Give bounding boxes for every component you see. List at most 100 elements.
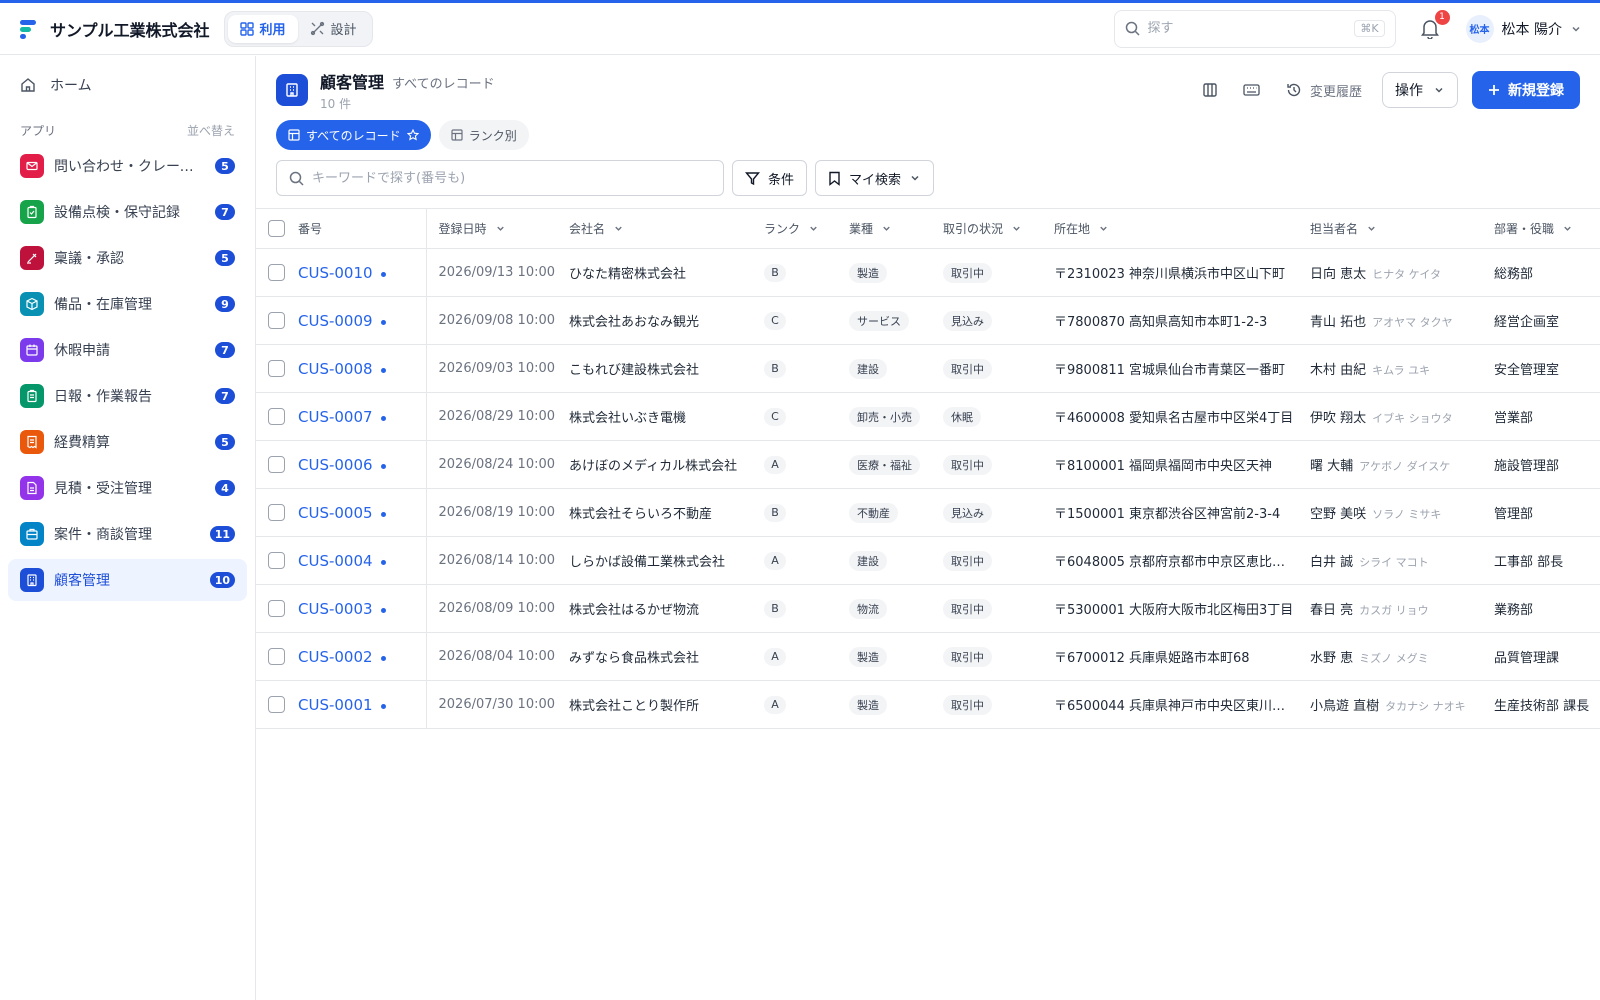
record-link[interactable]: CUS-0008 [298, 360, 373, 378]
record-link[interactable]: CUS-0006 [298, 456, 373, 474]
table-row[interactable]: CUS-0001 2026/07/30 10:00 株式会社ことり製作所 A 製造 取引中… [256, 680, 1600, 729]
sidebar-app-label: 顧客管理 [54, 573, 110, 589]
table-row[interactable]: CUS-0010 2026/09/13 10:00 ひなた精密株式会社 B 製造 取引中 〒… [256, 248, 1600, 297]
record-link[interactable]: CUS-0005 [298, 504, 373, 522]
record-link[interactable]: CUS-0010 [298, 264, 373, 282]
keyboard-button[interactable] [1234, 72, 1270, 108]
sidebar: ホーム アプリ 並べ替え 問い合わせ・クレーム管理 5 設備点検・保守記録 7 稟議・承… [0, 56, 256, 1000]
column-header-industry[interactable]: 業種 [843, 208, 937, 249]
row-checkbox[interactable] [268, 408, 285, 425]
sidebar-item-home[interactable]: ホーム [8, 64, 247, 106]
sidebar-app-item[interactable]: 案件・商談管理 11 [8, 513, 247, 555]
unread-dot [380, 559, 386, 565]
row-checkbox[interactable] [268, 264, 285, 281]
chevron-down-icon [1368, 226, 1375, 231]
my-search-button[interactable]: マイ検索 [815, 160, 935, 196]
record-link[interactable]: CUS-0007 [298, 408, 373, 426]
cell-number: CUS-0004 [292, 536, 427, 585]
mode-toggle: 利用 設計 [223, 10, 373, 47]
sidebar-app-item[interactable]: 見積・受注管理 4 [8, 467, 247, 509]
rank-badge: A [764, 551, 786, 570]
keyword-search-input[interactable] [312, 170, 711, 186]
column-header-person[interactable]: 担当者名 [1304, 208, 1488, 249]
cell-rank: A [758, 680, 843, 729]
table-row[interactable]: CUS-0007 2026/08/29 10:00 株式会社いぶき電機 C 卸売・小売 休… [256, 392, 1600, 441]
global-search-input[interactable] [1147, 21, 1347, 36]
condition-button[interactable]: 条件 [732, 160, 808, 196]
operations-button[interactable]: 操作 [1382, 72, 1458, 108]
sidebar-app-item[interactable]: 顧客管理 10 [8, 559, 247, 601]
cell-number: CUS-0008 [292, 344, 427, 393]
row-checkbox[interactable] [268, 696, 285, 713]
row-checkbox[interactable] [268, 312, 285, 329]
row-checkbox[interactable] [268, 504, 285, 521]
sidebar-app-item[interactable]: 日報・作業報告 7 [8, 375, 247, 417]
table-row[interactable]: CUS-0008 2026/09/03 10:00 こもれび建設株式会社 B 建設 取引中… [256, 344, 1600, 393]
new-record-button[interactable]: 新規登録 [1472, 71, 1580, 109]
star-icon[interactable] [406, 129, 419, 141]
column-header-label: 業種 [849, 222, 874, 236]
sidebar-app-item[interactable]: 設備点検・保守記録 7 [8, 191, 247, 233]
record-link[interactable]: CUS-0009 [298, 312, 373, 330]
status-badge: 見込み [943, 310, 992, 331]
row-checkbox[interactable] [268, 648, 285, 665]
sidebar-app-item[interactable]: 休暇申請 7 [8, 329, 247, 371]
table-row[interactable]: CUS-0009 2026/09/08 10:00 株式会社あおなみ観光 C サービス 見… [256, 296, 1600, 345]
chevron-down-icon [911, 175, 919, 181]
row-checkbox[interactable] [268, 600, 285, 617]
sidebar-app-label: 休暇申請 [54, 343, 110, 359]
columns-button[interactable] [1192, 72, 1228, 108]
table-row[interactable]: CUS-0005 2026/08/19 10:00 株式会社そらいろ不動産 B 不動産 見… [256, 488, 1600, 537]
table-row[interactable]: CUS-0004 2026/08/14 10:00 しらかば設備工業株式会社 A 建設 取… [256, 536, 1600, 585]
user-menu[interactable]: 松本 松本 陽介 [1465, 14, 1582, 43]
history-label: 変更履歴 [1309, 84, 1362, 100]
column-header-company[interactable]: 会社名 [563, 208, 758, 249]
global-search[interactable]: ⌘K [1113, 9, 1396, 48]
keyword-search[interactable] [276, 160, 724, 196]
table-row[interactable]: CUS-0003 2026/08/09 10:00 株式会社はるかぜ物流 B 物流 取引中… [256, 584, 1600, 633]
column-header-label: 取引の状況 [943, 222, 1004, 236]
column-header-date[interactable]: 登録日時 [426, 208, 563, 249]
column-header-department[interactable]: 部署・役職 [1488, 208, 1600, 249]
person-name: 青山 拓也 [1310, 315, 1367, 330]
status-badge: 取引中 [943, 454, 992, 475]
sidebar-app-label: 設備点検・保守記録 [54, 205, 180, 221]
cell-company: あけぼのメディカル株式会社 [563, 440, 758, 489]
row-checkbox[interactable] [268, 456, 285, 473]
sidebar-app-item[interactable]: 稟議・承認 5 [8, 237, 247, 279]
tab-all-records[interactable]: すべてのレコード [276, 120, 431, 150]
table-row[interactable]: CUS-0006 2026/08/24 10:00 あけぼのメディカル株式会社 A 医療… [256, 440, 1600, 489]
column-header-status[interactable]: 取引の状況 [937, 208, 1048, 249]
status-badge: 取引中 [943, 598, 992, 619]
table-row[interactable]: CUS-0002 2026/08/04 10:00 みずなら食品株式会社 A 製造 取引中… [256, 632, 1600, 681]
record-link[interactable]: CUS-0001 [298, 696, 373, 714]
notification-button[interactable]: 1 [1418, 9, 1450, 41]
column-header-address[interactable]: 所在地 [1048, 208, 1304, 249]
person-kana: タカナシ ナオキ [1385, 700, 1466, 713]
sidebar-app-item[interactable]: 問い合わせ・クレーム管理 5 [8, 145, 247, 187]
select-all-checkbox[interactable] [268, 220, 285, 237]
sidebar-app-item[interactable]: 経費精算 5 [8, 421, 247, 463]
status-badge: 休眠 [943, 406, 981, 427]
brand[interactable]: サンプル工業株式会社 [18, 17, 210, 41]
keyboard-icon [1243, 84, 1261, 96]
person-kana: ヒナタ ケイタ [1372, 268, 1441, 281]
row-checkbox[interactable] [268, 552, 285, 569]
sidebar-app-count: 5 [215, 158, 235, 174]
record-link[interactable]: CUS-0003 [298, 600, 373, 618]
cell-company: 株式会社はるかぜ物流 [563, 584, 758, 633]
column-header-rank[interactable]: ランク [758, 208, 843, 249]
record-date: 2026/09/13 10:00 [438, 265, 556, 280]
record-link[interactable]: CUS-0002 [298, 648, 373, 666]
mode-use-button[interactable]: 利用 [227, 14, 298, 43]
mode-design-button[interactable]: 設計 [298, 15, 369, 43]
history-button[interactable]: 変更履歴 [1276, 72, 1372, 108]
sidebar-sort-button[interactable]: 並べ替え [187, 122, 235, 139]
cell-date: 2026/09/03 10:00 [426, 344, 563, 393]
record-link[interactable]: CUS-0004 [298, 552, 373, 570]
tab-by-rank[interactable]: ランク別 [438, 120, 529, 150]
status-badge: 見込み [943, 502, 992, 523]
sidebar-app-item[interactable]: 備品・在庫管理 9 [8, 283, 247, 325]
column-header-number[interactable]: 番号 [292, 208, 427, 249]
row-checkbox[interactable] [268, 360, 285, 377]
